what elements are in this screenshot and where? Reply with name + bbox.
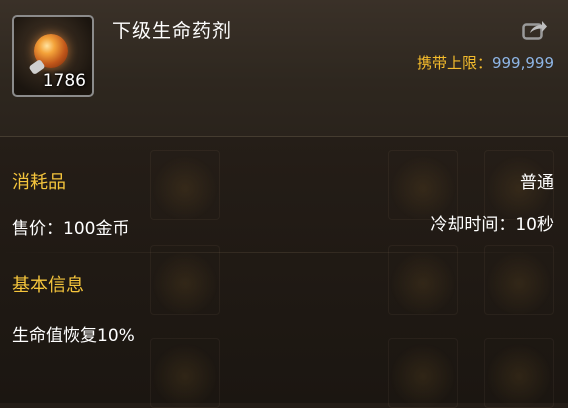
item-effect: 生命值恢复10% bbox=[12, 326, 135, 346]
background-slot bbox=[150, 150, 220, 220]
tooltip-header: 1786 下级生命药剂 携带上限：999,999 bbox=[0, 0, 568, 137]
background-slot bbox=[484, 245, 554, 315]
background-slot bbox=[150, 245, 220, 315]
item-stack-count: 1786 bbox=[42, 71, 86, 91]
background-slot bbox=[484, 338, 554, 408]
item-icon-slot[interactable]: 1786 bbox=[12, 15, 94, 97]
item-name: 下级生命药剂 bbox=[112, 20, 233, 42]
carry-limit-value: 999,999 bbox=[491, 54, 554, 72]
item-price: 售价：100金币 bbox=[12, 219, 130, 239]
share-button[interactable] bbox=[522, 18, 548, 40]
background-slot bbox=[150, 338, 220, 408]
share-export-icon bbox=[522, 21, 547, 40]
item-rarity: 普通 bbox=[520, 173, 554, 193]
section-divider bbox=[0, 252, 568, 253]
background-slot bbox=[388, 245, 458, 315]
item-cooldown: 冷却时间：10秒 bbox=[430, 215, 554, 235]
item-tooltip-panel: 1786 下级生命药剂 携带上限：999,999 消耗品 普通 售价：100金币… bbox=[0, 0, 568, 408]
background-slot bbox=[388, 338, 458, 408]
carry-limit-label: 携带上限： bbox=[416, 54, 492, 72]
item-category: 消耗品 bbox=[12, 172, 66, 193]
basic-info-title: 基本信息 bbox=[12, 275, 84, 296]
carry-limit: 携带上限：999,999 bbox=[417, 52, 554, 73]
